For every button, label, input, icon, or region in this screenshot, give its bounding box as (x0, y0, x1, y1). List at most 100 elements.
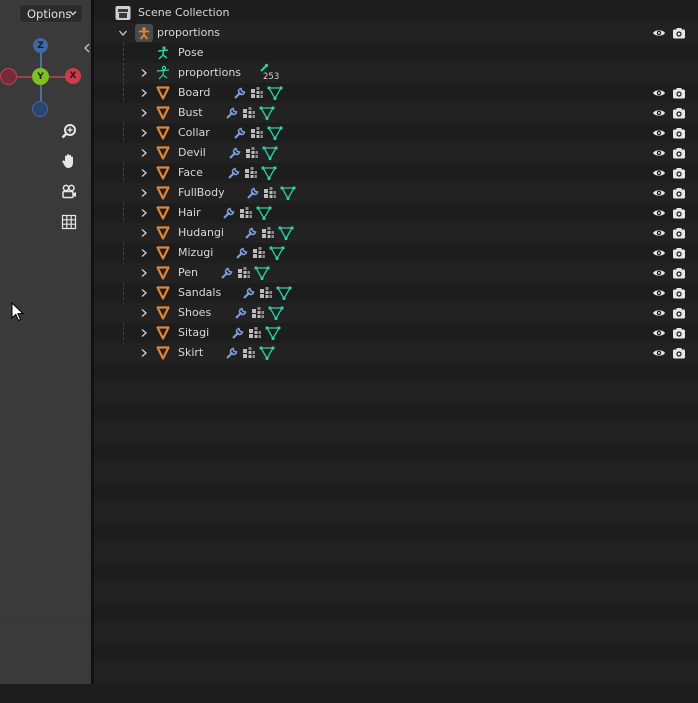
vertex-groups-icon[interactable] (242, 346, 256, 360)
vertex-groups-icon[interactable] (250, 86, 264, 100)
vertex-groups-icon[interactable] (245, 146, 259, 160)
chevron-right-icon[interactable] (139, 128, 149, 138)
camera-render-icon[interactable] (672, 86, 686, 100)
outliner-row-object[interactable]: Board (94, 83, 698, 103)
eye-icon[interactable] (652, 326, 666, 340)
chevron-right-icon[interactable] (139, 228, 149, 238)
camera-view-button[interactable] (58, 181, 80, 203)
chevron-right-icon[interactable] (139, 108, 149, 118)
outliner-row-collection[interactable]: proportions (94, 23, 698, 43)
eye-icon[interactable] (652, 106, 666, 120)
chevron-right-icon[interactable] (139, 348, 149, 358)
eye-icon[interactable] (652, 126, 666, 140)
chevron-right-icon[interactable] (139, 208, 149, 218)
chevron-down-icon[interactable] (118, 28, 128, 38)
outliner-row-object[interactable]: Bust (94, 103, 698, 123)
eye-icon[interactable] (652, 246, 666, 260)
gizmo-y-ball[interactable]: Y (32, 68, 49, 85)
mesh-data-icon[interactable] (259, 346, 275, 360)
eye-icon[interactable] (652, 26, 666, 40)
camera-render-icon[interactable] (672, 26, 686, 40)
eye-icon[interactable] (652, 206, 666, 220)
mesh-data-icon[interactable] (267, 86, 283, 100)
pan-tool-button[interactable] (58, 150, 80, 172)
outliner-row-object[interactable]: Shoes (94, 303, 698, 323)
outliner-row-armature[interactable]: proportions 253 (94, 63, 698, 83)
camera-render-icon[interactable] (672, 206, 686, 220)
eye-icon[interactable] (652, 266, 666, 280)
eye-icon[interactable] (652, 186, 666, 200)
mesh-data-icon[interactable] (269, 246, 285, 260)
camera-render-icon[interactable] (672, 306, 686, 320)
wrench-icon[interactable] (246, 186, 260, 200)
wrench-icon[interactable] (220, 266, 234, 280)
wrench-icon[interactable] (233, 86, 247, 100)
collapse-sidebar-icon[interactable] (82, 42, 91, 54)
gizmo-neg-z-ball[interactable] (32, 101, 48, 117)
camera-render-icon[interactable] (672, 186, 686, 200)
vertex-groups-icon[interactable] (239, 206, 253, 220)
camera-render-icon[interactable] (672, 106, 686, 120)
wrench-icon[interactable] (242, 286, 256, 300)
mesh-data-icon[interactable] (276, 286, 292, 300)
camera-render-icon[interactable] (672, 346, 686, 360)
eye-icon[interactable] (652, 86, 666, 100)
mesh-data-icon[interactable] (262, 146, 278, 160)
wrench-icon[interactable] (225, 106, 239, 120)
outliner-row-scene-collection[interactable]: Scene Collection (94, 3, 698, 23)
vertex-groups-icon[interactable] (261, 226, 275, 240)
eye-icon[interactable] (652, 306, 666, 320)
wrench-icon[interactable] (227, 166, 241, 180)
eye-icon[interactable] (652, 286, 666, 300)
vertex-groups-icon[interactable] (244, 166, 258, 180)
camera-render-icon[interactable] (672, 126, 686, 140)
outliner-row-object[interactable]: Pen (94, 263, 698, 283)
chevron-right-icon[interactable] (139, 148, 149, 158)
wrench-icon[interactable] (228, 146, 242, 160)
outliner-row-object[interactable]: Skirt (94, 343, 698, 363)
mesh-data-icon[interactable] (265, 326, 281, 340)
chevron-right-icon[interactable] (139, 248, 149, 258)
chevron-right-icon[interactable] (139, 88, 149, 98)
gizmo-z-ball[interactable]: Z (33, 38, 48, 53)
outliner-row-object[interactable]: FullBody (94, 183, 698, 203)
zoom-tool-button[interactable] (58, 121, 80, 143)
mesh-data-icon[interactable] (261, 166, 277, 180)
chevron-right-icon[interactable] (139, 268, 149, 278)
mesh-data-icon[interactable] (256, 206, 272, 220)
chevron-right-icon[interactable] (139, 188, 149, 198)
outliner-row-object[interactable]: Hudangi (94, 223, 698, 243)
vertex-groups-icon[interactable] (252, 246, 266, 260)
eye-icon[interactable] (652, 146, 666, 160)
outliner-row-object[interactable]: Devil (94, 143, 698, 163)
3d-viewport[interactable]: Options Z X Y (0, 0, 91, 684)
camera-render-icon[interactable] (672, 166, 686, 180)
mesh-data-icon[interactable] (254, 266, 270, 280)
camera-render-icon[interactable] (672, 286, 686, 300)
vertex-groups-icon[interactable] (237, 266, 251, 280)
ortho-toggle-button[interactable] (58, 211, 80, 233)
vertex-groups-icon[interactable] (259, 286, 273, 300)
chevron-right-icon[interactable] (139, 68, 149, 78)
eye-icon[interactable] (652, 346, 666, 360)
outliner-row-object[interactable]: Sandals (94, 283, 698, 303)
mesh-data-icon[interactable] (268, 306, 284, 320)
wrench-icon[interactable] (233, 126, 247, 140)
wrench-icon[interactable] (244, 226, 258, 240)
wrench-icon[interactable] (235, 246, 249, 260)
chevron-right-icon[interactable] (139, 328, 149, 338)
eye-icon[interactable] (652, 226, 666, 240)
wrench-icon[interactable] (234, 306, 248, 320)
wrench-icon[interactable] (231, 326, 245, 340)
mesh-data-icon[interactable] (278, 226, 294, 240)
mesh-data-icon[interactable] (280, 186, 296, 200)
vertex-groups-icon[interactable] (251, 306, 265, 320)
outliner-row-object[interactable]: Hair (94, 203, 698, 223)
outliner-row-object[interactable]: Sitagi (94, 323, 698, 343)
chevron-right-icon[interactable] (139, 308, 149, 318)
camera-render-icon[interactable] (672, 266, 686, 280)
vertex-groups-icon[interactable] (250, 126, 264, 140)
outliner-row-object[interactable]: Face (94, 163, 698, 183)
gizmo-neg-x-ball[interactable] (0, 68, 17, 85)
outliner-row-pose[interactable]: Pose (94, 43, 698, 63)
